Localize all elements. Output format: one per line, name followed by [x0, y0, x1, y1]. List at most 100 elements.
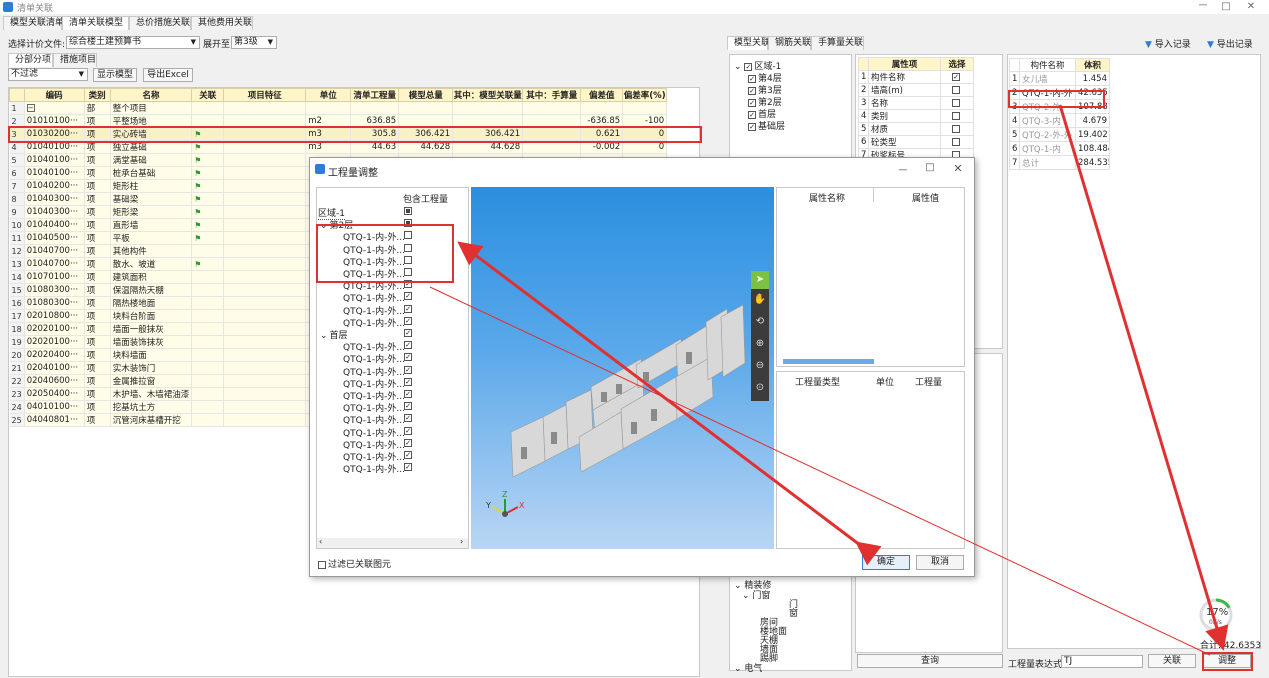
component-row[interactable]: 7总计284.535 [1009, 155, 1110, 170]
prop-row[interactable]: 3 名称 [858, 96, 974, 110]
floor-base[interactable]: 基础层 [748, 119, 785, 132]
query-button[interactable]: 查询 [857, 654, 1003, 668]
dtree-row[interactable]: QTQ-1-内-外... [317, 316, 468, 329]
filter-linked-option[interactable]: 过滤已关联图元 [318, 557, 391, 570]
tab-model-to-bill[interactable]: 模型关联清单 [3, 16, 64, 30]
dtree-row[interactable]: QTQ-1-内-外... [317, 304, 468, 317]
tree-skirting[interactable]: 踢脚 [760, 651, 778, 664]
tab-model-link[interactable]: 模型关联 [727, 36, 770, 50]
floor-1-checkbox[interactable] [748, 110, 756, 119]
dtree-row[interactable]: QTQ-1-内-外... [317, 340, 468, 353]
tab-measures[interactable]: 措施项目 [53, 53, 97, 67]
dtree-row[interactable]: QTQ-1-内-外... [317, 462, 468, 475]
filter-linked-checkbox[interactable] [318, 560, 326, 569]
grid-header-manual-qty[interactable]: 其中：手算量 [522, 88, 582, 102]
expand-level-select[interactable]: 第3级 ▼ [231, 36, 277, 49]
include-qty-checkbox[interactable] [404, 414, 412, 423]
zoom-fit-icon[interactable]: ⊙ [751, 379, 769, 397]
dtree-row[interactable]: QTQ-1-内-外... [317, 401, 468, 414]
collapse-icon[interactable]: − [26, 104, 35, 112]
dtree-row[interactable]: QTQ-1-内-外... [317, 426, 468, 439]
floor-4-checkbox[interactable] [748, 74, 756, 83]
dtree-row[interactable]: 区域-1 [317, 206, 468, 220]
grid-header-deviation[interactable]: 偏差值 [580, 88, 624, 102]
export-excel-button[interactable]: 导出Excel [143, 68, 193, 82]
ok-button[interactable]: 确定 [862, 555, 910, 570]
tab-sections[interactable]: 分部分项 [8, 53, 53, 67]
prop-select-checkbox[interactable] [952, 98, 960, 107]
prop-select-checkbox[interactable] [952, 111, 960, 120]
scroll-left-icon[interactable]: ‹ [319, 537, 322, 546]
region-root-checkbox[interactable] [744, 62, 753, 71]
prop-select-checkbox[interactable] [952, 72, 960, 81]
include-qty-checkbox[interactable] [404, 377, 412, 386]
zoom-out-icon[interactable]: ⊖ [751, 357, 769, 375]
dtree-row[interactable]: QTQ-1-内-外... [317, 389, 468, 402]
tab-other-fees[interactable]: 其他费用关联 [191, 16, 253, 30]
prop-row[interactable]: 4 类别 [858, 109, 974, 123]
grid-header-deviation-rate[interactable]: 偏差率(%) [622, 88, 668, 102]
dialog-minimize-button[interactable]: ㅡ [893, 162, 913, 177]
show-model-button[interactable]: 显示模型 [93, 68, 137, 82]
include-qty-checkbox[interactable] [404, 207, 412, 215]
dtree-row[interactable]: QTQ-1-内-外... [317, 291, 468, 304]
dialog-maximize-button[interactable]: □ [920, 162, 940, 173]
dtree-row[interactable]: QTQ-1-内-外... [317, 438, 468, 451]
prop-row[interactable]: 1 构件名称 [858, 70, 974, 84]
import-records-link[interactable]: ▼ 导入记录 [1145, 37, 1191, 50]
include-qty-checkbox[interactable] [404, 451, 412, 459]
include-qty-checkbox[interactable] [404, 329, 412, 337]
dtree-row[interactable]: QTQ-1-内-外... [317, 365, 468, 378]
model-3d-viewport[interactable]: X Y Z [471, 187, 774, 549]
include-qty-checkbox[interactable] [404, 304, 412, 313]
tab-manual-link[interactable]: 手算量关联 [811, 36, 864, 50]
prop-row[interactable]: 2 墙高(m) [858, 83, 974, 97]
prop-select-checkbox[interactable] [952, 85, 960, 94]
quantity-expression-input[interactable]: TJ [1061, 655, 1143, 668]
tab-bill-to-model[interactable]: 清单关联模型 [62, 16, 129, 30]
dtree-hscrollbar[interactable]: ‹ › [317, 537, 468, 548]
floor-3-checkbox[interactable] [748, 86, 756, 95]
dtree-row[interactable]: QTQ-1-内-外... [317, 377, 468, 390]
floor-2-checkbox[interactable] [748, 98, 756, 107]
dtree-row[interactable]: ⌄ 首层 [317, 328, 468, 341]
component-row[interactable]: 4 QTQ-3-内 4.679 [1009, 113, 1110, 128]
tree-window[interactable]: 窗 [789, 606, 798, 619]
prop-row[interactable]: 5 材质 [858, 122, 974, 136]
include-qty-checkbox[interactable] [404, 341, 412, 350]
tree-electric[interactable]: ⌄ 电气 [734, 661, 762, 674]
network-speed-widget[interactable]: 17% 0K/s [1198, 597, 1234, 633]
filter-select[interactable]: 不过滤 ▼ [8, 68, 88, 81]
component-row[interactable]: 5 QTQ-2-外-外 19.402 [1009, 127, 1110, 142]
tab-rebar-link[interactable]: 钢筋关联 [768, 36, 811, 50]
grid-header-bill-qty[interactable]: 清单工程量 [350, 88, 400, 102]
grid-header-model-total[interactable]: 模型总量 [398, 88, 454, 102]
grid-header-name[interactable]: 名称 [109, 88, 193, 102]
cancel-button[interactable]: 取消 [916, 555, 964, 570]
tree-doors-windows[interactable]: ⌄ 门窗 [742, 588, 770, 601]
table-row[interactable]: 1− 部整个项目 [9, 101, 668, 115]
include-qty-checkbox[interactable] [404, 402, 412, 411]
grid-header-features[interactable]: 项目特征 [223, 88, 307, 102]
grid-header-type[interactable]: 类别 [83, 88, 111, 102]
dtree-row[interactable]: QTQ-1-内-外... [317, 352, 468, 365]
include-qty-checkbox[interactable] [404, 438, 412, 447]
export-records-link[interactable]: ▼ 导出记录 [1207, 37, 1253, 50]
include-qty-checkbox[interactable] [404, 292, 412, 301]
grid-header-link[interactable]: 关联 [191, 88, 225, 102]
zoom-in-icon[interactable]: ⊕ [751, 335, 769, 353]
include-qty-checkbox[interactable] [404, 390, 412, 398]
include-qty-checkbox[interactable] [404, 426, 412, 435]
grid-header-model-linked[interactable]: 其中：模型关联量 [452, 88, 524, 102]
prop-row[interactable]: 6 砼类型 [858, 135, 974, 149]
grid-header-unit[interactable]: 单位 [305, 88, 352, 102]
pricing-file-select[interactable]: 综合楼土建预算书 ▼ [66, 36, 200, 49]
floor-base-checkbox[interactable] [748, 122, 756, 131]
dtree-row[interactable]: QTQ-1-内-外... [317, 450, 468, 463]
dialog-close-button[interactable]: ✕ [948, 162, 968, 175]
prop-select-checkbox[interactable] [952, 137, 960, 146]
include-qty-checkbox[interactable] [404, 316, 412, 325]
include-qty-checkbox[interactable] [404, 365, 412, 374]
select-pointer-icon[interactable]: ➤ [751, 271, 769, 289]
maximize-button[interactable]: □ [1215, 0, 1237, 14]
